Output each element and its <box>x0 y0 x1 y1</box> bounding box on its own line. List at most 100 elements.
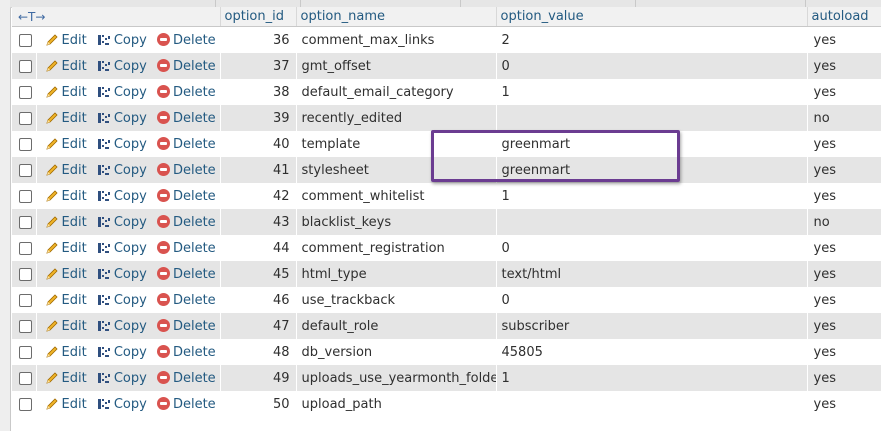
edit-label: Edit <box>61 110 87 126</box>
col-header-option-value[interactable]: option_value <box>496 7 808 27</box>
option-value-cell: text/html <box>496 261 808 287</box>
edit-label: Edit <box>61 84 87 100</box>
edit-button[interactable]: Edit <box>45 319 87 334</box>
delete-button[interactable]: Delete <box>156 214 216 230</box>
row-actions: Edit Copy Delete <box>36 183 221 209</box>
row-checkbox[interactable] <box>19 241 33 255</box>
row-checkbox[interactable] <box>19 111 33 125</box>
row-checkbox[interactable] <box>19 189 33 203</box>
row-checkbox[interactable] <box>19 397 33 411</box>
edit-button[interactable]: Edit <box>45 163 87 178</box>
edit-button[interactable]: Edit <box>45 345 87 360</box>
row-checkbox[interactable] <box>19 33 33 47</box>
edit-button[interactable]: Edit <box>45 111 87 126</box>
row-checkbox[interactable] <box>19 293 33 307</box>
delete-button[interactable]: Delete <box>156 32 216 48</box>
row-actions: Edit Copy Delete <box>36 365 221 391</box>
edit-button[interactable]: Edit <box>45 293 87 308</box>
delete-button[interactable]: Delete <box>156 188 216 204</box>
delete-button[interactable]: Delete <box>156 58 216 74</box>
edit-button[interactable]: Edit <box>45 85 87 100</box>
copy-button[interactable]: Copy <box>97 319 147 334</box>
copy-icon <box>97 399 110 409</box>
delete-button[interactable]: Delete <box>156 84 216 100</box>
row-checkbox[interactable] <box>19 137 33 151</box>
pencil-icon <box>45 346 58 358</box>
copy-button[interactable]: Copy <box>97 345 147 360</box>
edit-button[interactable]: Edit <box>45 33 87 48</box>
option-name-cell: html_type <box>296 261 497 287</box>
edit-label: Edit <box>61 214 87 230</box>
edit-label: Edit <box>61 266 87 282</box>
row-checkbox[interactable] <box>19 215 33 229</box>
row-checkbox[interactable] <box>19 85 33 99</box>
pencil-icon <box>45 34 58 46</box>
table-row: Edit Copy Delete 47 default_role subscri… <box>12 313 881 339</box>
delete-button[interactable]: Delete <box>156 344 216 360</box>
copy-label: Copy <box>113 214 147 230</box>
copy-label: Copy <box>113 266 147 282</box>
edit-button[interactable]: Edit <box>45 59 87 74</box>
delete-button[interactable]: Delete <box>156 396 216 412</box>
copy-label: Copy <box>113 240 147 256</box>
table-row: Edit Copy Delete 37 gmt_offset 0 yes <box>12 53 881 79</box>
edit-button[interactable]: Edit <box>45 215 87 230</box>
delete-button[interactable]: Delete <box>156 370 216 386</box>
copy-button[interactable]: Copy <box>97 267 147 282</box>
row-checkbox-cell <box>12 209 36 235</box>
copy-label: Copy <box>113 110 147 126</box>
copy-button[interactable]: Copy <box>97 215 147 230</box>
col-header-option-name[interactable]: option_name <box>296 7 497 27</box>
row-actions: Edit Copy Delete <box>36 287 221 313</box>
copy-button[interactable]: Copy <box>97 33 147 48</box>
delete-button[interactable]: Delete <box>156 240 216 256</box>
row-checkbox[interactable] <box>19 163 33 177</box>
option-id-cell: 37 <box>220 53 297 79</box>
copy-icon <box>97 87 110 97</box>
delete-button[interactable]: Delete <box>156 136 216 152</box>
option-value-cell: 0 <box>496 287 808 313</box>
copy-icon <box>97 35 110 45</box>
column-sort-arrows[interactable]: ←T→ <box>12 7 221 27</box>
copy-button[interactable]: Copy <box>97 241 147 256</box>
row-checkbox[interactable] <box>19 59 33 73</box>
delete-icon <box>156 58 170 72</box>
copy-button[interactable]: Copy <box>97 397 147 412</box>
copy-button[interactable]: Copy <box>97 293 147 308</box>
option-name-cell: stylesheet <box>296 157 497 183</box>
col-header-autoload[interactable]: autoload <box>807 7 881 27</box>
row-actions: Edit Copy Delete <box>36 79 221 105</box>
edit-button[interactable]: Edit <box>45 371 87 386</box>
row-checkbox-cell <box>12 26 36 53</box>
delete-button[interactable]: Delete <box>156 162 216 178</box>
edit-button[interactable]: Edit <box>45 241 87 256</box>
option-name-cell: default_role <box>296 313 497 339</box>
edit-button[interactable]: Edit <box>45 137 87 152</box>
delete-label: Delete <box>172 318 216 334</box>
edit-button[interactable]: Edit <box>45 397 87 412</box>
edit-button[interactable]: Edit <box>45 189 87 204</box>
row-checkbox[interactable] <box>19 371 33 385</box>
copy-button[interactable]: Copy <box>97 371 147 386</box>
copy-button[interactable]: Copy <box>97 111 147 126</box>
copy-button[interactable]: Copy <box>97 189 147 204</box>
copy-button[interactable]: Copy <box>97 163 147 178</box>
delete-button[interactable]: Delete <box>156 292 216 308</box>
copy-button[interactable]: Copy <box>97 59 147 74</box>
table-row: Edit Copy Delete 41 stylesheet greenmart… <box>12 157 881 183</box>
copy-button[interactable]: Copy <box>97 85 147 100</box>
edit-button[interactable]: Edit <box>45 267 87 282</box>
option-value-cell: greenmart <box>496 157 808 183</box>
copy-button[interactable]: Copy <box>97 137 147 152</box>
delete-label: Delete <box>172 292 216 308</box>
row-checkbox[interactable] <box>19 319 33 333</box>
delete-icon <box>156 110 170 124</box>
col-header-option-id[interactable]: option_id <box>220 7 297 27</box>
table-row: Edit Copy Delete 40 template greenmart y… <box>12 131 881 157</box>
delete-button[interactable]: Delete <box>156 110 216 126</box>
row-checkbox[interactable] <box>19 267 33 281</box>
delete-button[interactable]: Delete <box>156 318 216 334</box>
row-checkbox[interactable] <box>19 345 33 359</box>
option-value-cell <box>496 105 808 131</box>
delete-button[interactable]: Delete <box>156 266 216 282</box>
